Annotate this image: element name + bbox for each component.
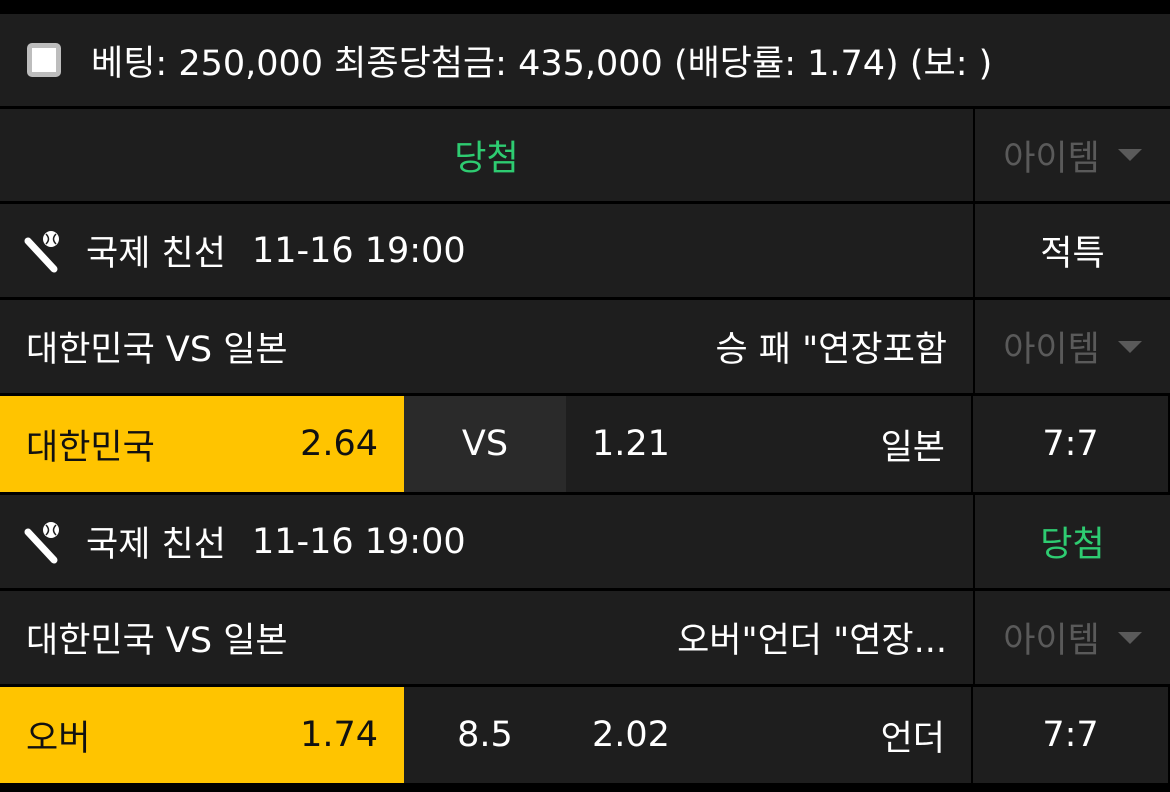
summary-cell: 베팅: 250,000 최종당첨금: 435,000 (배당률: 1.74) (…	[0, 14, 1170, 106]
league-name: 국제 친선	[86, 234, 226, 274]
baseball-icon	[24, 521, 59, 563]
middle-label: 8.5	[457, 715, 513, 755]
middle-cell: VS	[404, 396, 566, 492]
middle-label: VS	[461, 424, 509, 464]
score-cell: 7:7	[973, 687, 1168, 783]
score-cell: 7:7	[973, 396, 1168, 492]
market-name: 승 패 "연장포함	[715, 330, 947, 370]
match-status-cell: 적특	[975, 204, 1170, 297]
summary-text: 베팅: 250,000 최종당첨금: 435,000 (배당률: 1.74) (…	[91, 43, 993, 84]
match-teams-cell: 대한민국 VS 일본 승 패 "연장포함	[0, 300, 973, 393]
top-border	[0, 0, 1170, 14]
away-pick-button[interactable]: 2.02 언더	[566, 687, 971, 783]
bet-row: 대한민국 2.64 VS 1.21 일본 7:7	[0, 396, 1170, 492]
match-status: 당첨	[1040, 525, 1105, 565]
match-status: 적특	[1040, 234, 1105, 274]
market-name: 오버"언더 "연장...	[677, 621, 947, 661]
item-label: 아이템	[1003, 138, 1100, 179]
item-dropdown[interactable]: 아이템	[975, 109, 1170, 201]
match-datetime: 11-16 19:00	[251, 521, 466, 562]
result-status-cell: 당첨	[0, 109, 973, 201]
home-label: 대한민국	[26, 427, 155, 468]
away-odds: 1.21	[592, 424, 670, 464]
chevron-down-icon	[1117, 149, 1142, 161]
match-info-row: 국제 친선 11-16 19:00 당첨	[0, 495, 1170, 588]
result-status: 당첨	[454, 138, 519, 179]
match-info-cell: 국제 친선 11-16 19:00	[0, 495, 973, 588]
away-pick-button[interactable]: 1.21 일본	[566, 396, 971, 492]
away-odds: 2.02	[592, 715, 670, 755]
home-pick-button[interactable]: 대한민국 2.64	[0, 396, 404, 492]
away-label: 언더	[880, 718, 945, 759]
chevron-down-icon	[1117, 631, 1142, 644]
home-odds: 1.74	[300, 715, 378, 755]
match-info-cell: 국제 친선 11-16 19:00	[0, 204, 973, 297]
home-odds: 2.64	[300, 424, 378, 464]
item-dropdown[interactable]: 아이템	[975, 591, 1170, 684]
bet-slip: 베팅: 250,000 최종당첨금: 435,000 (배당률: 1.74) (…	[0, 0, 1170, 792]
item-label: 아이템	[1003, 330, 1100, 370]
home-pick-button[interactable]: 오버 1.74	[0, 687, 404, 783]
match-teams: 대한민국 VS 일본	[26, 330, 288, 370]
away-label: 일본	[880, 427, 945, 468]
match-info-row: 국제 친선 11-16 19:00 적특	[0, 204, 1170, 297]
item-dropdown[interactable]: 아이템	[975, 300, 1170, 393]
match-teams-row: 대한민국 VS 일본 승 패 "연장포함 아이템	[0, 300, 1170, 393]
bet-row: 오버 1.74 8.5 2.02 언더 7:7	[0, 687, 1170, 783]
match-teams-cell: 대한민국 VS 일본 오버"언더 "연장...	[0, 591, 973, 684]
item-label: 아이템	[1003, 621, 1100, 661]
score: 7:7	[1042, 424, 1099, 464]
summary-row: 베팅: 250,000 최종당첨금: 435,000 (배당률: 1.74) (…	[0, 14, 1170, 106]
baseball-icon	[24, 230, 59, 272]
match-teams: 대한민국 VS 일본	[26, 621, 288, 661]
match-status-cell: 당첨	[975, 495, 1170, 588]
chevron-down-icon	[1117, 340, 1142, 353]
league-name: 국제 친선	[86, 525, 226, 565]
match-teams-row: 대한민국 VS 일본 오버"언더 "연장... 아이템	[0, 591, 1170, 684]
home-label: 오버	[26, 718, 91, 759]
score: 7:7	[1042, 715, 1099, 755]
select-checkbox[interactable]	[27, 43, 61, 77]
result-row: 당첨 아이템	[0, 109, 1170, 201]
middle-cell: 8.5	[404, 687, 566, 783]
match-datetime: 11-16 19:00	[251, 230, 466, 271]
